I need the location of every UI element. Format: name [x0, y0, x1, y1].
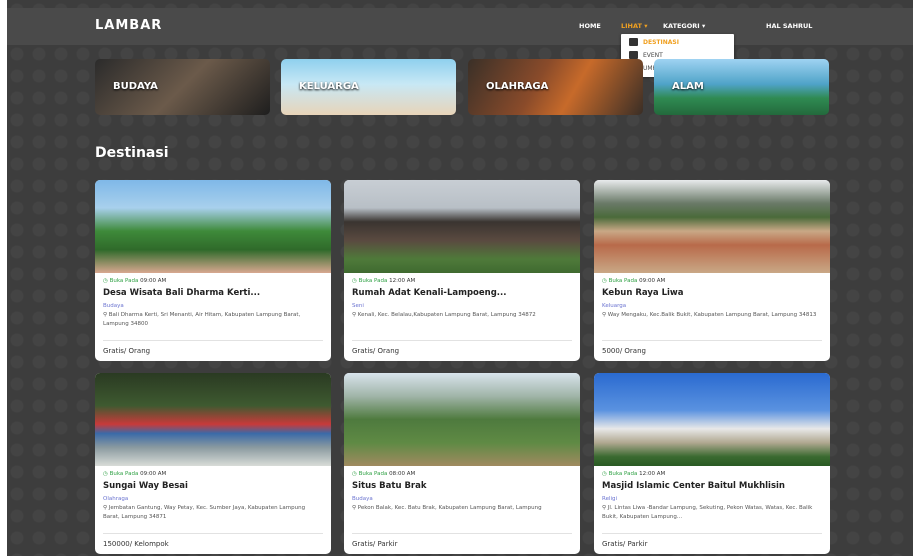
category-label: KELUARGA — [299, 81, 359, 92]
destination-price: Gratis/ Orang — [352, 347, 400, 355]
map-pin-icon: ⚲ — [103, 505, 108, 511]
category-budaya[interactable]: BUDAYA — [95, 59, 270, 115]
map-pin-icon: ⚲ — [352, 312, 357, 318]
brand-logo[interactable]: LAMBAR — [95, 18, 162, 33]
destination-card[interactable]: ◷ Buka Pada 09:00 AM Sungai Way Besai Ol… — [95, 373, 331, 554]
destination-photo — [95, 373, 331, 466]
destination-price: 150000/ Kelompok — [103, 540, 169, 548]
open-hours: ◷ Buka Pada 09:00 AM — [103, 278, 167, 284]
dropdown-label: DESTINASI — [643, 38, 679, 46]
destination-address: ⚲ Pekon Balak, Kec. Batu Brak, Kabupaten… — [352, 505, 542, 511]
destination-title[interactable]: Rumah Adat Kenali-Lampoeng... — [352, 288, 572, 298]
nav-hal-sahrul[interactable]: HAL SAHRUL — [766, 22, 812, 30]
map-pin-icon: ⚲ — [103, 312, 108, 318]
nav-home[interactable]: HOME — [579, 22, 601, 30]
destination-address: ⚲ Bali Dharma Kerti, Sri Menanti, Air Hi… — [103, 312, 301, 327]
destination-title[interactable]: Masjid Islamic Center Baitul Mukhlisin — [602, 481, 822, 491]
category-label: BUDAYA — [113, 81, 158, 92]
nav-kategori[interactable]: KATEGORI ▾ — [663, 22, 705, 30]
destination-card[interactable]: ◷ Buka Pada 09:00 AM Desa Wisata Bali Dh… — [95, 180, 331, 361]
destination-card[interactable]: ◷ Buka Pada 12:00 AM Rumah Adat Kenali-L… — [344, 180, 580, 361]
destination-category: Budaya — [103, 303, 124, 309]
destination-address: ⚲ Jl. Lintas Liwa -Bandar Lampung, Sekut… — [602, 505, 813, 520]
category-label: OLAHRAGA — [486, 81, 549, 92]
divider — [352, 533, 572, 534]
destination-category: Olahraga — [103, 496, 129, 502]
destination-price: Gratis/ Orang — [103, 347, 151, 355]
destination-title[interactable]: Situs Batu Brak — [352, 481, 572, 491]
open-hours: ◷ Buka Pada 12:00 AM — [352, 278, 416, 284]
open-hours: ◷ Buka Pada 12:00 AM — [602, 471, 666, 477]
category-keluarga[interactable]: KELUARGA — [281, 59, 456, 115]
divider — [602, 340, 822, 341]
divider — [103, 340, 323, 341]
category-label: ALAM — [672, 81, 704, 92]
destination-photo — [594, 373, 830, 466]
destination-title[interactable]: Desa Wisata Bali Dharma Kerti... — [103, 288, 323, 298]
category-alam[interactable]: ALAM — [654, 59, 829, 115]
map-pin-icon: ⚲ — [352, 505, 357, 511]
map-pin-icon — [629, 38, 638, 46]
destination-photo — [344, 373, 580, 466]
map-pin-icon: ⚲ — [602, 505, 607, 511]
destination-photo — [344, 180, 580, 273]
destination-category: Religi — [602, 496, 618, 502]
dropdown-label: EVENT — [643, 51, 663, 59]
open-hours: ◷ Buka Pada 08:00 AM — [352, 471, 416, 477]
destination-category: Seni — [352, 303, 364, 309]
navbar: LAMBAR HOME LIHAT ▾ KATEGORI ▾ HAL SAHRU… — [7, 8, 913, 45]
open-hours: ◷ Buka Pada 09:00 AM — [103, 471, 167, 477]
destination-price: Gratis/ Parkir — [602, 540, 648, 548]
page-frame: LAMBAR HOME LIHAT ▾ KATEGORI ▾ HAL SAHRU… — [7, 0, 913, 556]
divider — [352, 340, 572, 341]
destination-category: Budaya — [352, 496, 373, 502]
category-olahraga[interactable]: OLAHRAGA — [468, 59, 643, 115]
destination-photo — [95, 180, 331, 273]
map-pin-icon: ⚲ — [602, 312, 607, 318]
nav-lihat[interactable]: LIHAT ▾ — [621, 22, 648, 30]
destination-price: 5000/ Orang — [602, 347, 646, 355]
destination-category: Keluarga — [602, 303, 627, 309]
destination-card[interactable]: ◷ Buka Pada 12:00 AM Masjid Islamic Cent… — [594, 373, 830, 554]
destination-address: ⚲ Kenali, Kec. Belalau,Kabupaten Lampung… — [352, 312, 536, 318]
open-hours: ◷ Buka Pada 09:00 AM — [602, 278, 666, 284]
destination-title[interactable]: Sungai Way Besai — [103, 481, 323, 491]
divider — [103, 533, 323, 534]
dropdown-item-destinasi[interactable]: DESTINASI — [629, 36, 679, 48]
calendar-icon — [629, 51, 638, 59]
destination-card[interactable]: ◷ Buka Pada 08:00 AM Situs Batu Brak Bud… — [344, 373, 580, 554]
section-title: Destinasi — [95, 145, 169, 161]
destination-card[interactable]: ◷ Buka Pada 09:00 AM Kebun Raya Liwa Kel… — [594, 180, 830, 361]
destination-photo — [594, 180, 830, 273]
destination-address: ⚲ Way Mengaku, Kec.Balik Bukit, Kabupate… — [602, 312, 817, 318]
divider — [602, 533, 822, 534]
destination-address: ⚲ Jembatan Gantung, Way Petay, Kec. Sumb… — [103, 505, 306, 520]
destination-title[interactable]: Kebun Raya Liwa — [602, 288, 822, 298]
destination-price: Gratis/ Parkir — [352, 540, 398, 548]
